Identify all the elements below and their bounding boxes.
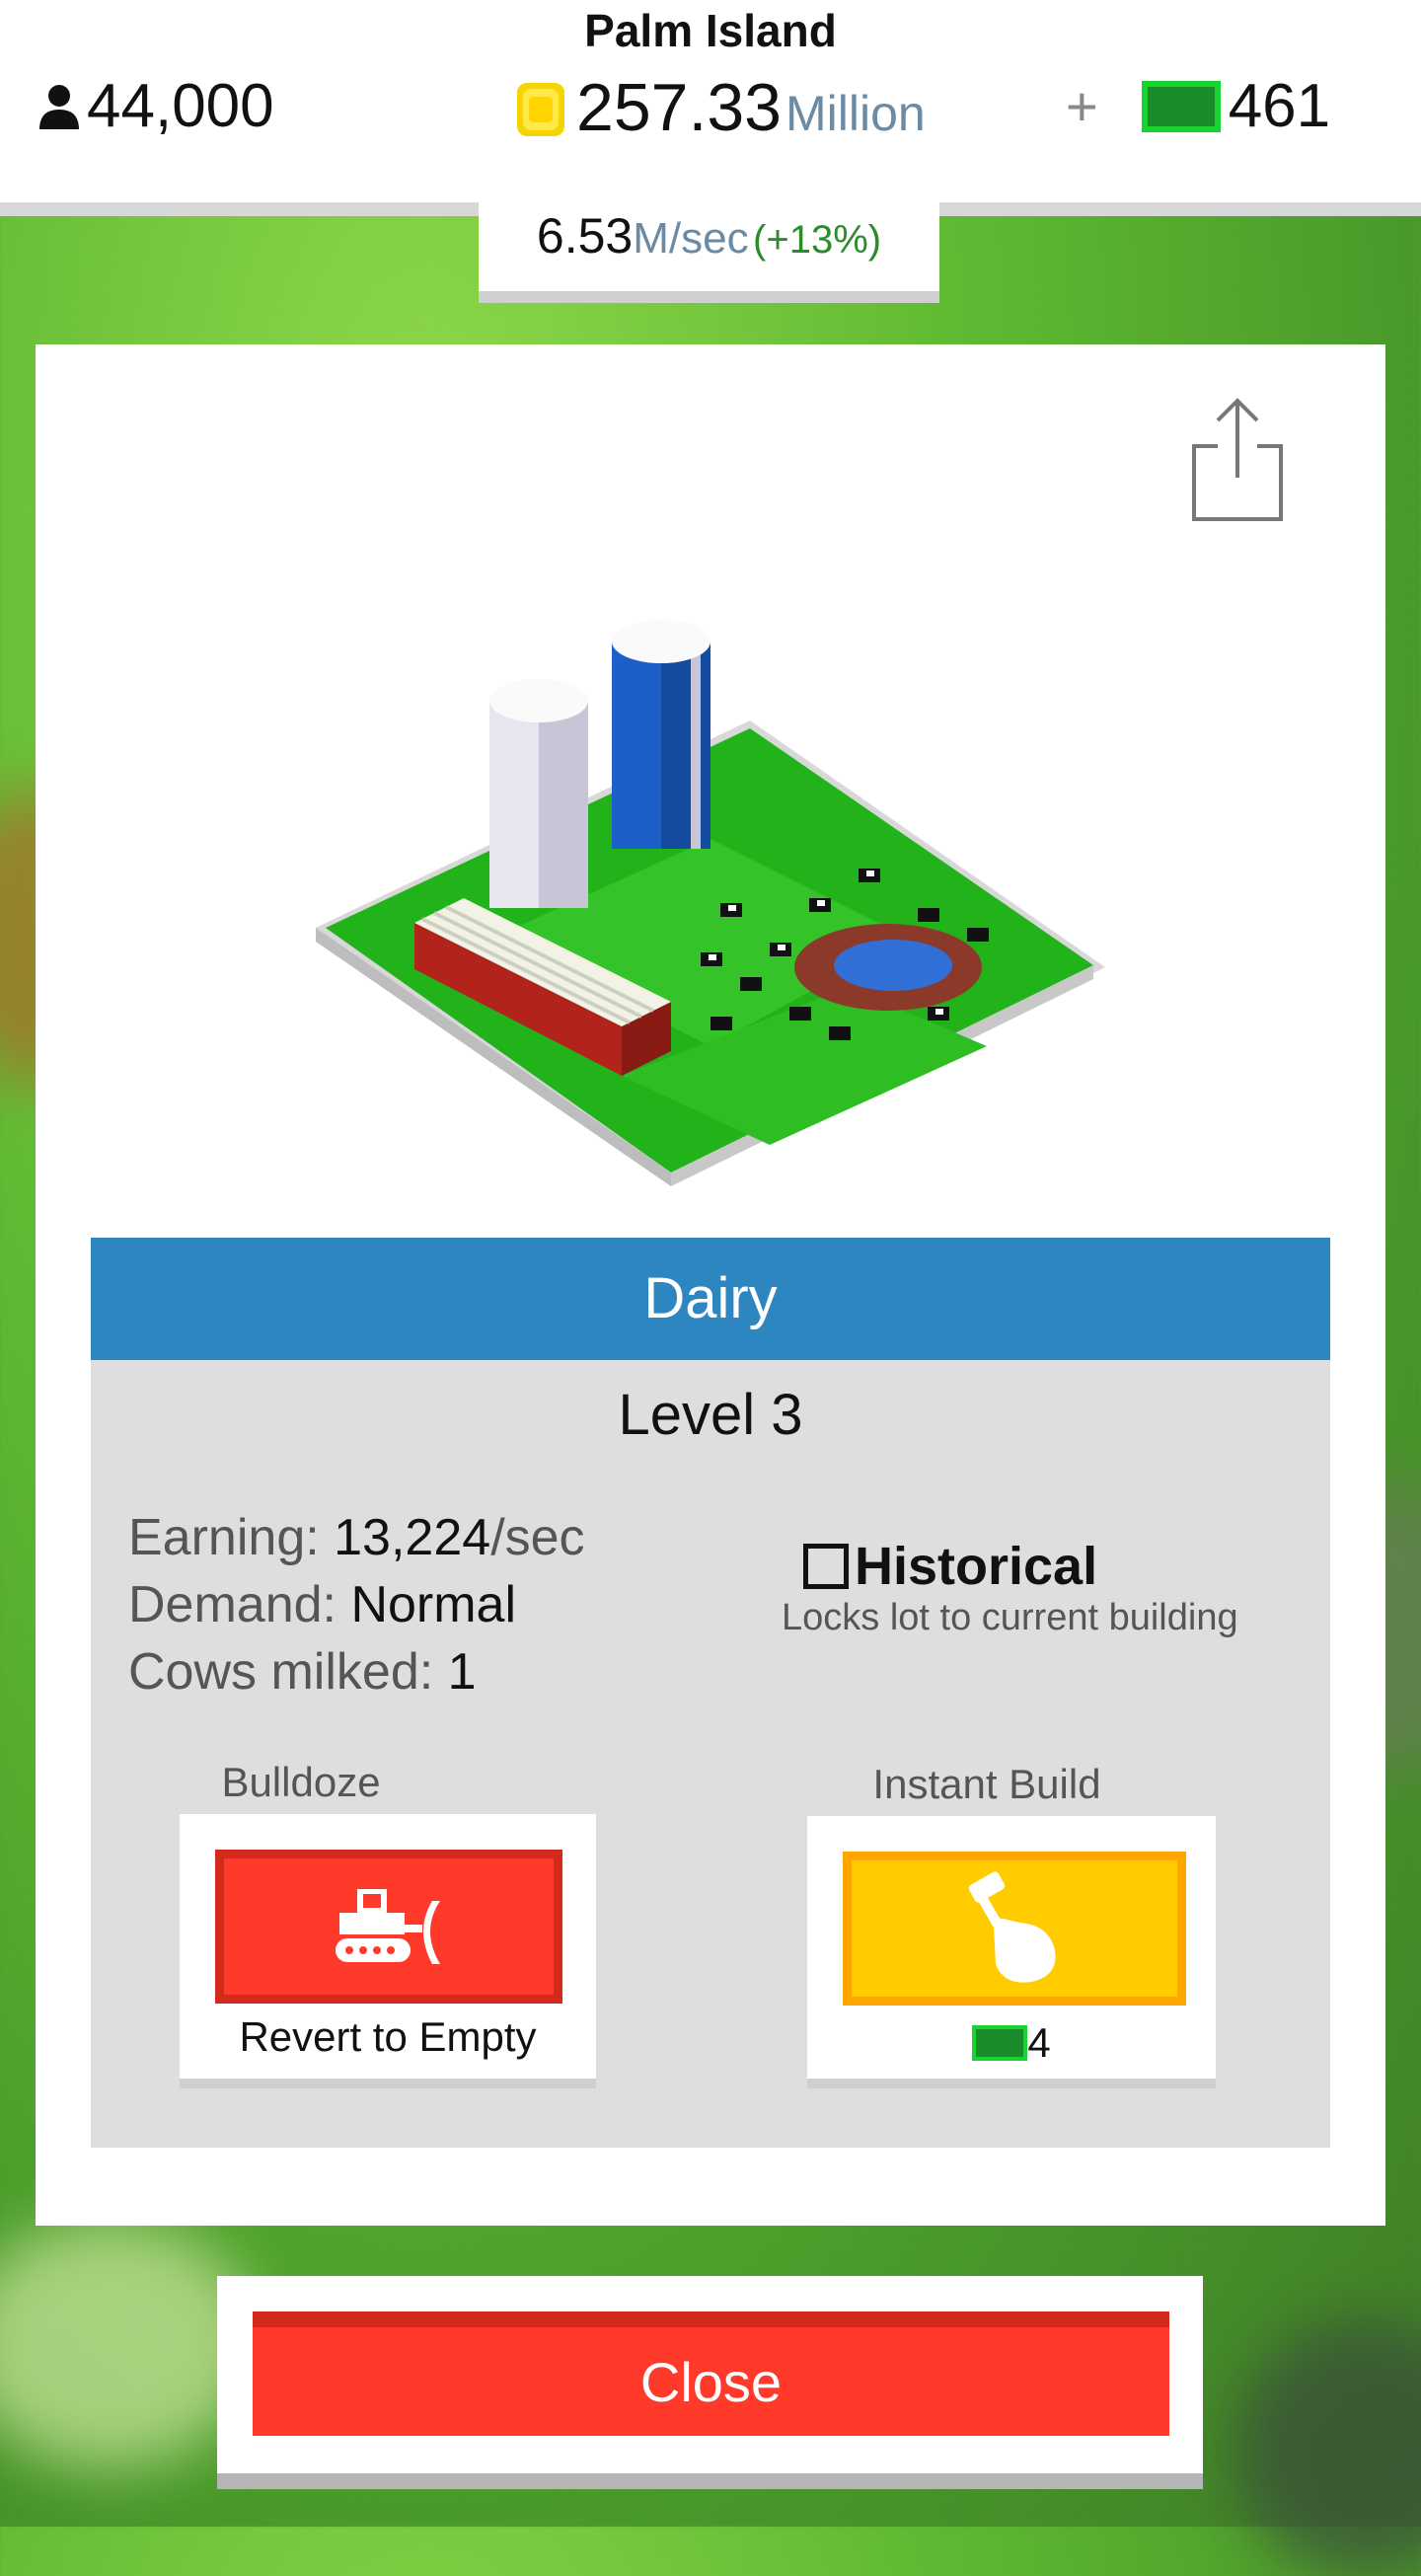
historical-description: Locks lot to current building (782, 1597, 1238, 1638)
rate-value: 6.53 (536, 208, 634, 264)
building-stats: Earning: 13,224/sec Demand: Normal Cows … (128, 1504, 585, 1705)
demand-value: Normal (350, 1576, 517, 1633)
dairy-building-image (316, 620, 1105, 1186)
person-icon (39, 84, 79, 129)
background-blur (1234, 2319, 1421, 2576)
share-icon[interactable] (1188, 395, 1287, 523)
building-level: Level 3 (618, 1383, 803, 1447)
close-button[interactable]: Close (253, 2311, 1169, 2436)
earning-value: 13,224 (334, 1509, 491, 1566)
coins-amount: 257.33 (576, 70, 782, 145)
bulldoze-card[interactable]: Revert to Empty (180, 1814, 596, 2088)
cash-value: 461 (1228, 72, 1331, 140)
bulldozer-icon (336, 1889, 440, 1964)
rate-percent: (+13%) (753, 218, 882, 262)
instant-build-label: Instant Build (872, 1761, 1101, 1807)
top-status-bar: Palm Island 44,000 257.33 Million + 461 (0, 0, 1421, 216)
earning-row: Earning: 13,224/sec (128, 1504, 585, 1571)
demand-label: Demand: (128, 1576, 337, 1633)
instant-cost-value: 4 (1027, 2019, 1051, 2066)
historical-toggle[interactable]: Historical (803, 1536, 1097, 1597)
building-name: Dairy (91, 1238, 1330, 1360)
instant-build-cost: 4 (807, 2019, 1216, 2067)
rate-unit: M/sec (633, 214, 749, 263)
cash-display[interactable]: + 461 (1066, 71, 1330, 141)
cash-icon (1141, 80, 1221, 132)
close-button-container: Close (217, 2276, 1203, 2489)
earning-unit: /sec (490, 1509, 585, 1566)
historical-checkbox[interactable] (803, 1544, 849, 1589)
historical-label: Historical (855, 1537, 1098, 1596)
cash-icon (972, 2025, 1028, 2061)
earning-label: Earning: (128, 1509, 320, 1566)
coins-unit: Million (785, 86, 926, 141)
coin-icon (517, 83, 564, 136)
coins-display: 257.33 Million (513, 69, 926, 146)
income-rate-tab: 6.53M/sec (+13%) (479, 202, 939, 303)
cows-label: Cows milked: (128, 1643, 434, 1701)
demand-row: Demand: Normal (128, 1571, 585, 1638)
bulldoze-button[interactable] (215, 1850, 562, 2004)
instant-build-card[interactable]: 4 (807, 1816, 1216, 2088)
island-name: Palm Island (584, 5, 837, 56)
add-cash-button[interactable]: + (1066, 74, 1098, 138)
bulldoze-label: Bulldoze (221, 1759, 381, 1805)
population-value: 44,000 (87, 72, 274, 140)
instant-build-button[interactable] (843, 1852, 1186, 2006)
population-display: 44,000 (37, 71, 274, 141)
hammer-hand-icon (968, 1871, 1056, 1983)
cows-value: 1 (447, 1643, 477, 1701)
revert-to-empty-text: Revert to Empty (239, 2013, 537, 2060)
cows-row: Cows milked: 1 (128, 1638, 585, 1705)
building-info-box: Level 3 Earning: 13,224/sec Demand: Norm… (91, 1360, 1330, 2148)
